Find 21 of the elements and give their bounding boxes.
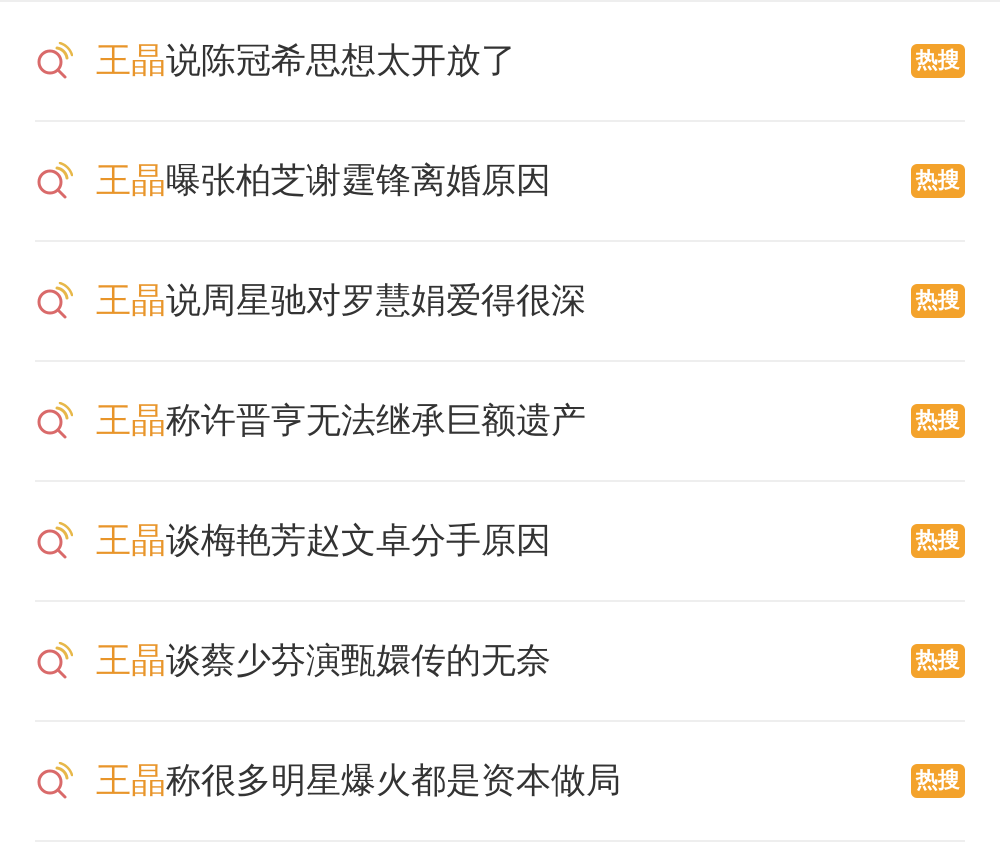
search-icon xyxy=(35,162,73,200)
result-title[interactable]: 王晶称许晋亨无法继承巨额遗产 xyxy=(96,394,911,448)
search-icon xyxy=(35,282,73,320)
search-icon xyxy=(35,42,73,80)
hot-search-badge: 热搜 xyxy=(911,284,965,318)
search-icon xyxy=(35,642,73,680)
hot-search-badge: 热搜 xyxy=(911,404,965,438)
result-title[interactable]: 王晶说陈冠希思想太开放了 xyxy=(96,34,911,88)
result-title[interactable]: 王晶说周星驰对罗慧娟爱得很深 xyxy=(96,274,911,328)
result-title[interactable]: 王晶谈蔡少芬演甄嬛传的无奈 xyxy=(96,634,911,688)
search-icon xyxy=(35,522,73,560)
search-icon xyxy=(35,762,73,800)
search-icon xyxy=(35,402,73,440)
hot-search-badge: 热搜 xyxy=(911,44,965,78)
hot-search-badge: 热搜 xyxy=(911,524,965,558)
hot-search-badge: 热搜 xyxy=(911,644,965,678)
result-title[interactable]: 王晶谈梅艳芳赵文卓分手原因 xyxy=(96,514,911,568)
hot-search-badge: 热搜 xyxy=(911,164,965,198)
result-title[interactable]: 王晶称很多明星爆火都是资本做局 xyxy=(96,754,911,808)
result-title[interactable]: 王晶曝张柏芝谢霆锋离婚原因 xyxy=(96,154,911,208)
hot-search-badge: 热搜 xyxy=(911,764,965,798)
